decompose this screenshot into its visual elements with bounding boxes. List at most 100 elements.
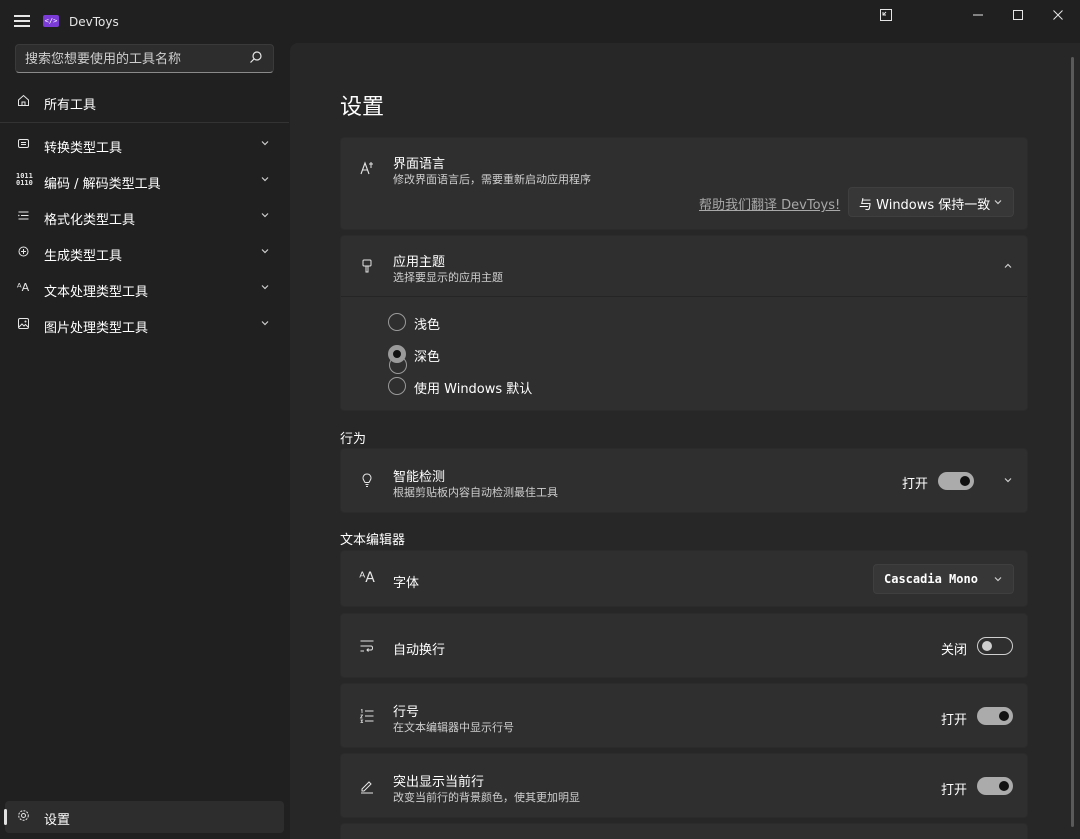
card-title: 应用主题 (393, 255, 446, 270)
chevron-down-icon (260, 281, 270, 295)
sidebar-item-generators[interactable]: 生成类型工具 (5, 237, 284, 269)
card-description: 在文本编辑器中显示行号 (393, 721, 514, 734)
chevron-down-icon (260, 137, 270, 151)
hamburger-icon[interactable] (14, 15, 30, 27)
sidebar-item-label: 生成类型工具 (44, 249, 123, 264)
chevron-down-icon (993, 196, 1003, 208)
sidebar-item-settings[interactable]: 设置 (4, 801, 284, 833)
sidebar-item-label: 图片处理类型工具 (44, 321, 149, 336)
sidebar-item-label: 格式化类型工具 (44, 213, 136, 228)
sidebar-item-text[interactable]: ᴬA 文本处理类型工具 (5, 273, 284, 305)
chevron-down-icon (260, 173, 270, 187)
home-icon (16, 94, 30, 108)
chevron-down-icon[interactable] (1003, 474, 1013, 490)
chevron-down-icon (993, 573, 1003, 585)
lightbulb-icon (358, 472, 376, 490)
toggle-state-label: 打开 (941, 713, 968, 728)
radio-label-dark: 深色 (414, 350, 441, 365)
gear-icon (16, 809, 30, 823)
generator-icon (16, 245, 30, 259)
line-numbers-toggle[interactable] (977, 707, 1013, 725)
chevron-up-icon[interactable] (1003, 260, 1013, 276)
text-icon: ᴬA (16, 281, 30, 294)
card-title: 自动换行 (393, 643, 446, 658)
line-numbers-icon (358, 708, 376, 726)
chevron-down-icon (260, 209, 270, 223)
encoder-icon: 1011 0110 (16, 172, 33, 187)
formatter-icon (16, 209, 30, 223)
minimize-icon[interactable] (968, 8, 988, 24)
sidebar: 所有工具 转换类型工具 10110110 编码 / 解码类型工具 格式化类型工具… (0, 40, 289, 839)
word-wrap-toggle[interactable] (977, 637, 1013, 655)
next-setting-card (340, 823, 1028, 839)
sidebar-item-label: 设置 (44, 813, 71, 828)
card-title: 突出显示当前行 (393, 775, 485, 790)
toggle-state-label: 关闭 (941, 643, 968, 658)
card-description: 改变当前行的背景颜色，使其更加明显 (393, 791, 580, 804)
radio-label-light: 浅色 (414, 318, 441, 333)
section-text-editor: 文本编辑器 (340, 533, 406, 548)
highlight-line-toggle[interactable] (977, 777, 1013, 795)
line-numbers-card: 行号 在文本编辑器中显示行号 打开 (340, 683, 1028, 748)
language-card: 界面语言 修改界面语言后，需要重新启动应用程序 帮助我们翻译 DevToys! … (340, 137, 1028, 230)
sidebar-item-label: 所有工具 (44, 98, 97, 113)
smart-detect-toggle[interactable] (938, 472, 974, 490)
card-title: 界面语言 (393, 157, 446, 172)
font-dropdown[interactable]: Cascadia Mono (873, 564, 1014, 594)
radio-windows-default[interactable] (388, 377, 406, 395)
section-behavior: 行为 (340, 432, 367, 447)
card-title: 行号 (393, 705, 420, 720)
dropdown-value: Cascadia Mono (884, 572, 978, 586)
sidebar-item-converters[interactable]: 转换类型工具 (5, 129, 284, 161)
font-icon: ᴬA (359, 570, 375, 586)
sidebar-item-all-tools[interactable]: 所有工具 (5, 86, 284, 118)
page-title: 设置 (340, 95, 385, 120)
app-title: DevToys (69, 15, 119, 29)
sidebar-divider (0, 122, 289, 123)
theme-expander-header[interactable]: 应用主题 选择要显示的应用主题 (341, 236, 1027, 296)
settings-page: 设置 界面语言 修改界面语言后，需要重新启动应用程序 帮助我们翻译 DevToy… (290, 43, 1080, 839)
compact-overlay-icon[interactable] (876, 8, 896, 24)
chevron-down-icon (260, 317, 270, 331)
card-description: 修改界面语言后，需要重新启动应用程序 (393, 173, 591, 186)
chevron-down-icon (260, 245, 270, 259)
language-dropdown[interactable]: 与 Windows 保持一致 (848, 187, 1014, 217)
card-title: 字体 (393, 576, 420, 591)
sidebar-item-images[interactable]: 图片处理类型工具 (5, 309, 284, 341)
highlight-line-card: 突出显示当前行 改变当前行的背景颜色，使其更加明显 打开 (340, 753, 1028, 818)
close-icon[interactable] (1048, 8, 1068, 24)
search-box (15, 44, 274, 73)
card-description: 根据剪贴板内容自动检测最佳工具 (393, 486, 558, 499)
sidebar-item-formatters[interactable]: 格式化类型工具 (5, 201, 284, 233)
search-input[interactable] (25, 50, 240, 68)
language-icon (358, 160, 376, 178)
maximize-icon[interactable] (1008, 8, 1028, 24)
dropdown-value: 与 Windows 保持一致 (859, 198, 991, 213)
selection-indicator (4, 809, 7, 825)
search-icon[interactable] (249, 50, 263, 66)
toggle-state-label: 打开 (941, 783, 968, 798)
card-description: 选择要显示的应用主题 (393, 271, 503, 284)
converter-icon (16, 137, 30, 151)
sidebar-item-label: 文本处理类型工具 (44, 285, 149, 300)
sidebar-item-label: 编码 / 解码类型工具 (44, 177, 161, 192)
translate-link[interactable]: 帮助我们翻译 DevToys! (699, 194, 840, 213)
radio-label-windows-default: 使用 Windows 默认 (414, 382, 533, 397)
image-icon (16, 317, 30, 331)
expander-divider (341, 296, 1027, 297)
paint-brush-icon (358, 258, 376, 276)
font-card: ᴬA 字体 Cascadia Mono (340, 550, 1028, 607)
highlight-icon (358, 778, 376, 796)
radio-light[interactable] (388, 313, 406, 331)
word-wrap-icon (358, 638, 376, 656)
toggle-state-label: 打开 (902, 477, 929, 492)
word-wrap-card: 自动换行 关闭 (340, 613, 1028, 678)
app-logo: </> (43, 15, 59, 27)
card-title: 智能检测 (393, 470, 446, 485)
title-bar: </> DevToys (0, 0, 1080, 40)
sidebar-item-encoders[interactable]: 1011 0110 编码 / 解码类型工具 (5, 165, 284, 197)
radio-dark[interactable] (388, 345, 406, 363)
scrollbar[interactable] (1071, 57, 1074, 827)
smart-detect-card: 智能检测 根据剪贴板内容自动检测最佳工具 打开 (340, 448, 1028, 513)
sidebar-item-label: 转换类型工具 (44, 141, 123, 156)
